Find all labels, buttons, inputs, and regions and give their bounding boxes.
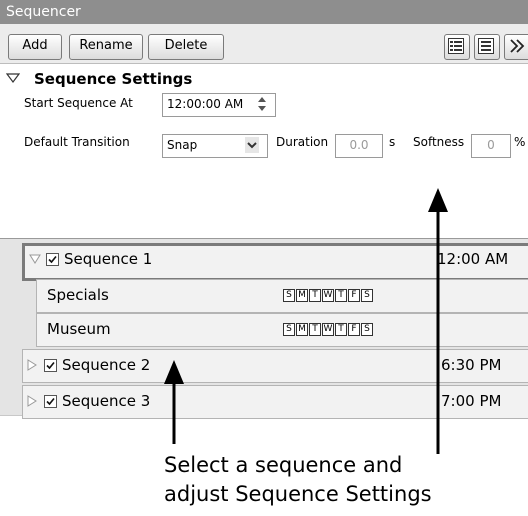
arrowhead-sequence: [164, 360, 184, 384]
annotation-caption: Select a sequence and adjust Sequence Se…: [164, 451, 432, 509]
caption-line-1: Select a sequence and: [164, 453, 403, 477]
caption-line-2: adjust Sequence Settings: [164, 482, 432, 506]
annotation-arrows: [164, 188, 448, 454]
arrowhead-settings: [428, 188, 448, 212]
